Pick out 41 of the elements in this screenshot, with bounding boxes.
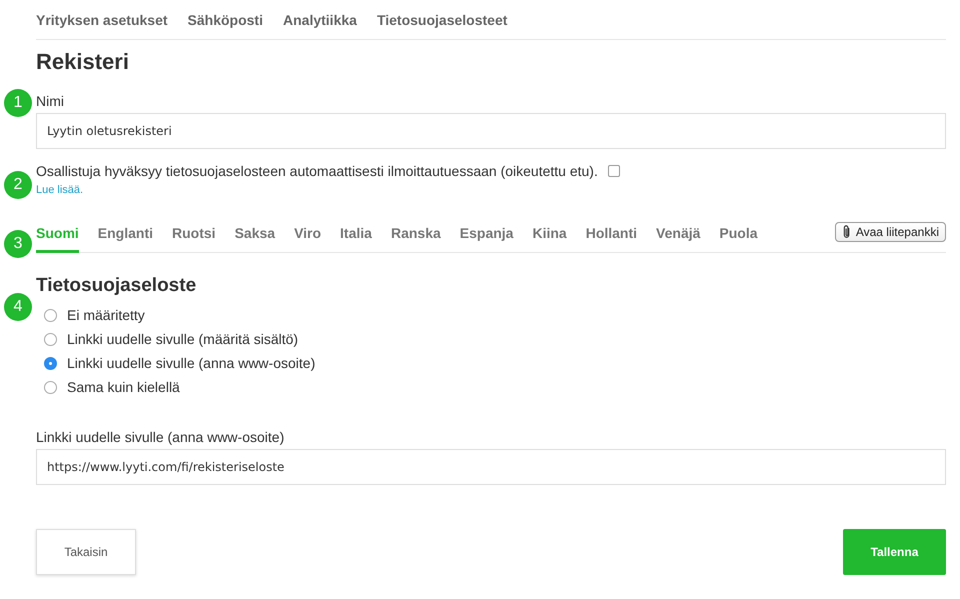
language-tab[interactable]: Ranska <box>390 218 441 253</box>
read-more-link[interactable]: Lue lisää. <box>36 184 946 196</box>
step-marker: 4 <box>4 293 32 321</box>
nav-link[interactable]: Tietosuojaselosteet <box>376 12 508 28</box>
url-input-field[interactable]: https://www.lyyti.com/fi/rekisteriseloste <box>36 449 946 485</box>
option-label: Linkki uudelle sivulle (anna www-osoite) <box>67 355 316 371</box>
language-tab[interactable]: Hollanti <box>586 218 638 253</box>
language-tab[interactable]: Venäjä <box>656 218 700 253</box>
nav-link[interactable]: Yrityksen asetukset <box>36 12 168 28</box>
field-label: Nimi <box>36 93 65 109</box>
language-tab[interactable]: Ruotsi <box>172 218 216 253</box>
field-label: Linkki uudelle sivulle (anna www-osoite) <box>36 429 286 445</box>
radio-button[interactable] <box>44 356 57 370</box>
language-tab[interactable]: Kiina <box>532 218 567 253</box>
language-tab[interactable]: Italia <box>340 218 372 253</box>
radio-button[interactable] <box>44 380 57 394</box>
save-button[interactable]: Tallenna <box>843 529 946 575</box>
name-input-field[interactable]: Lyytin oletusrekisteri <box>36 113 946 149</box>
step-marker: 2 <box>4 171 32 199</box>
consent-checkbox[interactable] <box>608 165 620 177</box>
language-tab[interactable]: Puola <box>719 218 758 253</box>
nav-link[interactable]: Analytiikka <box>283 12 357 28</box>
option-label: Ei määritetty <box>67 307 145 323</box>
page-title: Rekisteri <box>36 49 130 75</box>
back-button[interactable]: Takaisin <box>36 529 136 575</box>
nav-link[interactable]: Sähköposti <box>188 12 263 28</box>
paperclip-icon <box>842 225 852 239</box>
step-marker: 3 <box>4 230 32 258</box>
attachment-bank-button[interactable]: Avaa liitepankki <box>834 222 946 242</box>
option-label: Linkki uudelle sivulle (määritä sisältö) <box>67 331 298 347</box>
language-tab[interactable]: Englanti <box>98 218 154 253</box>
radio-button[interactable] <box>44 308 57 322</box>
step-marker: 1 <box>4 89 32 117</box>
radio-button[interactable] <box>44 332 57 346</box>
language-tab[interactable]: Espanja <box>460 218 514 253</box>
language-tab[interactable]: Suomi <box>36 218 79 253</box>
option-label: Sama kuin kielellä <box>67 379 180 395</box>
language-tab[interactable]: Saksa <box>234 218 276 253</box>
consent-text: Osallistuja hyväksyy tietosuojaselosteen automaattisesti ilmoittautuessaan (oikeutettu etu). <box>36 163 598 179</box>
section-title: Tietosuojaseloste <box>36 275 198 297</box>
language-tab[interactable]: Viro <box>294 218 322 253</box>
